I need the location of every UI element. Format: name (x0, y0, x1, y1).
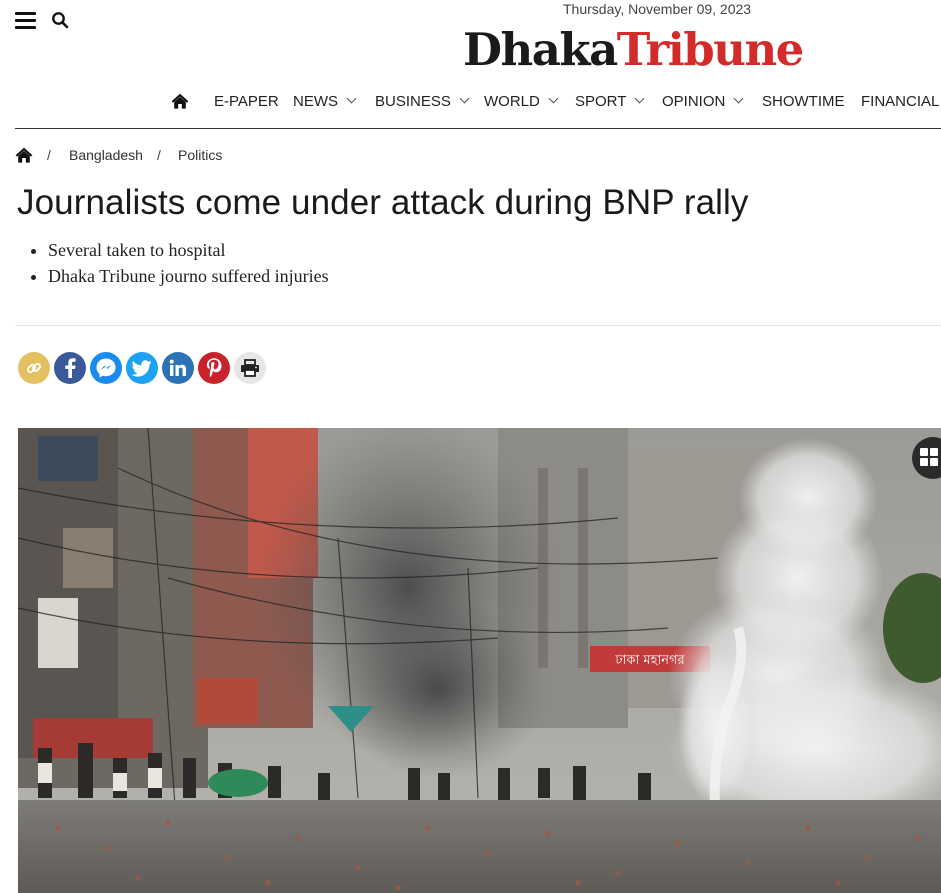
chevron-down-icon (346, 93, 357, 104)
nav-label: FINANCIAL (861, 93, 940, 110)
hero-image[interactable]: ঢাকা মহানগর (18, 428, 941, 893)
hamburger-menu-icon[interactable] (15, 12, 36, 29)
content-divider (15, 325, 941, 326)
nav-item-opinion[interactable]: OPINION (662, 93, 744, 110)
chevron-down-icon (634, 93, 645, 104)
copy-link-icon[interactable] (18, 352, 50, 384)
messenger-icon[interactable] (90, 352, 122, 384)
nav-item-financial[interactable]: FINANCIAL (861, 93, 939, 110)
main-navigation: E-PAPER NEWS BUSINESS WORLD SPORT OPINIO… (0, 90, 941, 116)
breadcrumb-bangladesh[interactable]: Bangladesh (69, 147, 143, 163)
breadcrumb-home-icon[interactable] (15, 147, 33, 163)
nav-label: OPINION (662, 93, 726, 110)
twitter-icon[interactable] (126, 352, 158, 384)
nav-item-world[interactable]: WORLD (484, 93, 559, 110)
street-clash-photo: ঢাকা মহানগর (18, 428, 941, 893)
nav-label: SHOWTIME (762, 93, 845, 110)
pinterest-icon[interactable] (198, 352, 230, 384)
nav-label: E-PAPER (214, 93, 279, 110)
chevron-down-icon (459, 93, 470, 104)
facebook-icon[interactable] (54, 352, 86, 384)
chevron-down-icon (733, 93, 744, 104)
header-divider (15, 128, 941, 129)
current-date: Thursday, November 09, 2023 (563, 1, 752, 17)
breadcrumb-separator: / (47, 147, 51, 163)
logo-tribune: Tribune (616, 23, 805, 76)
nav-label: NEWS (293, 93, 338, 110)
logo-dhaka: Dhaka (463, 23, 618, 76)
breadcrumb-politics[interactable]: Politics (178, 147, 222, 163)
nav-item-sport[interactable]: SPORT (575, 93, 645, 110)
nav-item-epaper[interactable]: E-PAPER (214, 93, 279, 110)
nav-label: SPORT (575, 93, 627, 110)
nav-item-business[interactable]: BUSINESS (375, 93, 470, 110)
breadcrumb-separator: / (157, 147, 161, 163)
nav-item-news[interactable]: NEWS (293, 93, 357, 110)
site-logo[interactable]: DhakaTribune (463, 23, 805, 76)
highlight-item: Several taken to hospital (48, 237, 329, 263)
article-headline: Journalists come under attack during BNP… (17, 183, 749, 222)
nav-label: BUSINESS (375, 93, 451, 110)
highlight-item: Dhaka Tribune journo suffered injuries (48, 263, 329, 289)
nav-label: WORLD (484, 93, 540, 110)
chevron-down-icon (548, 93, 559, 104)
article-highlights: Several taken to hospital Dhaka Tribune … (48, 237, 329, 289)
linkedin-icon[interactable] (162, 352, 194, 384)
nav-item-showtime[interactable]: SHOWTIME (762, 93, 845, 110)
home-icon[interactable] (171, 93, 189, 109)
print-icon[interactable] (234, 352, 266, 384)
search-icon[interactable] (51, 11, 69, 29)
